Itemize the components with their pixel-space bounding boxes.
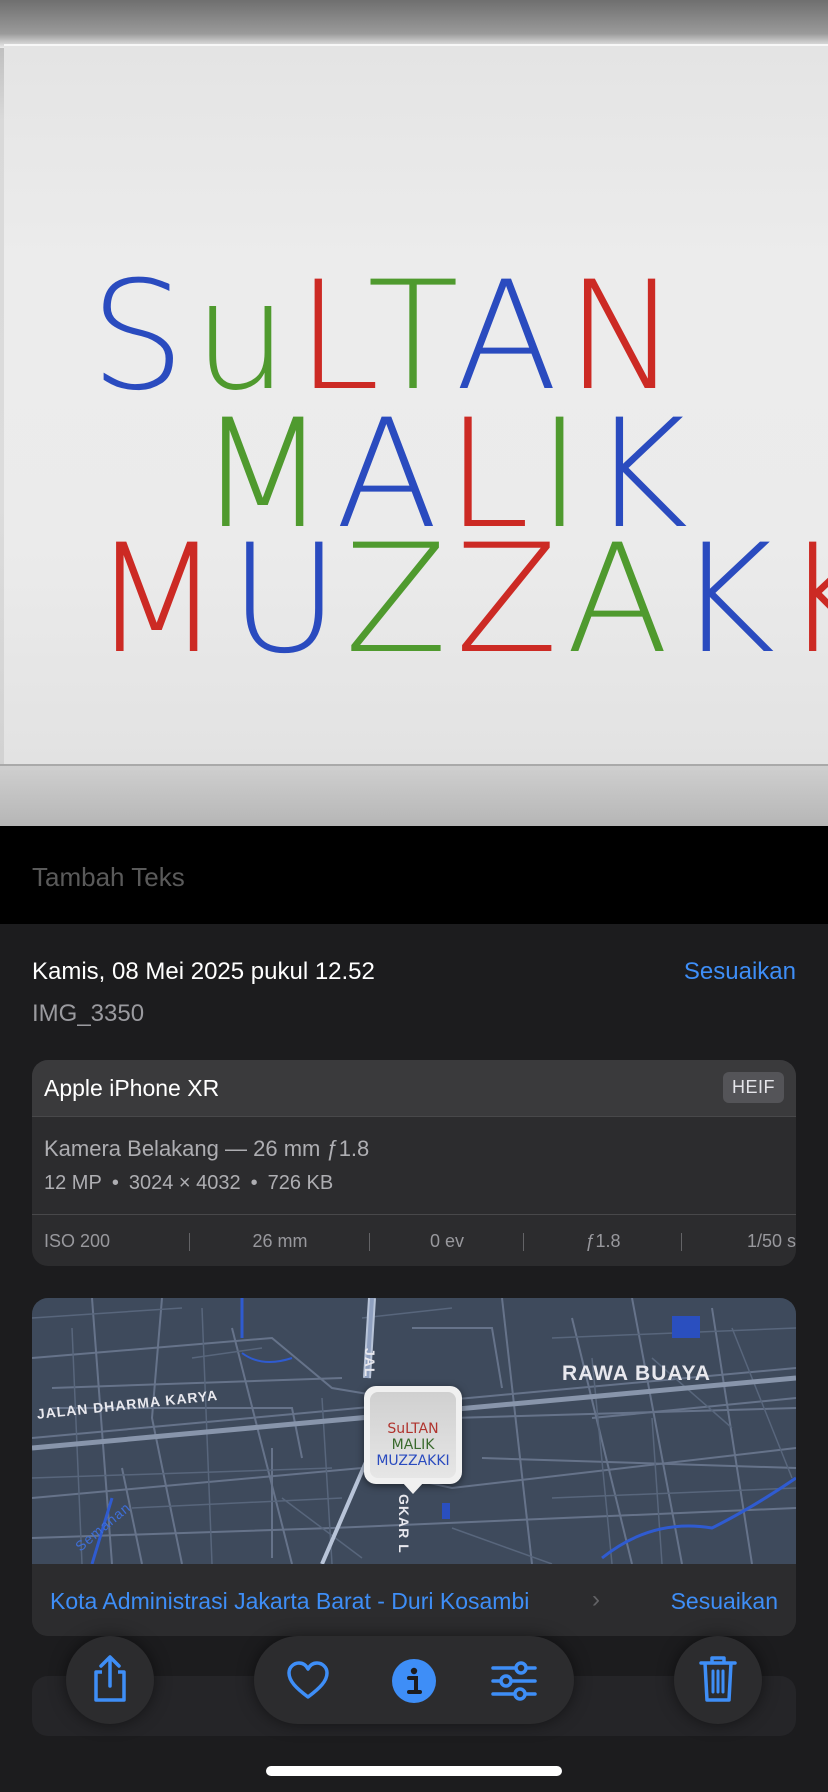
location-card: RAWA BUAYA JALAN DHARMA KARYA JAL GKAR L…	[32, 1298, 796, 1636]
device-name: Apple iPhone XR	[44, 1075, 220, 1101]
file-size: 726 KB	[267, 1172, 334, 1194]
metadata-card: Apple iPhone XR HEIF Kamera Belakang — 2…	[32, 1060, 796, 1266]
exif-iso: ISO 200	[32, 1231, 190, 1252]
location-name[interactable]: Kota Administrasi Jakarta Barat - Duri K…	[50, 1588, 529, 1615]
pin-text-2: MALIK	[391, 1437, 435, 1453]
image-specs: 12 MP • 3024 × 4032 • 726 KB	[44, 1172, 334, 1194]
delete-button[interactable]	[674, 1636, 762, 1724]
resolution: 3024 × 4032	[128, 1172, 241, 1194]
handwritten-letter: U	[229, 513, 345, 687]
caption-input[interactable]: Tambah Teks	[32, 862, 185, 893]
pin-text-1: SuLTAN	[387, 1421, 439, 1437]
exif-aperture: ƒ1.8	[524, 1231, 682, 1252]
photo-date: Kamis, 08 Mei 2025 pukul 12.52	[32, 958, 375, 985]
map-label-gkar: GKAR L	[396, 1494, 412, 1554]
metadata-card-header: Apple iPhone XR HEIF	[32, 1060, 796, 1117]
handwritten-letter: K	[783, 513, 828, 687]
handwritten-letter: Z	[344, 513, 456, 687]
map-label-rawa-buaya: RAWA BUAYA	[562, 1362, 711, 1385]
handwritten-letter: A	[566, 513, 677, 687]
handwriting-line-3: MUZZAKKI	[92, 525, 828, 675]
chevron-right-icon: ›	[592, 1586, 600, 1613]
photo-top-edge	[0, 0, 828, 48]
adjust-location-button[interactable]: Sesuaikan	[671, 1588, 778, 1615]
pin-text-3: MUZZAKKI	[376, 1453, 450, 1469]
adjust-date-button[interactable]: Sesuaikan	[684, 958, 796, 986]
location-map[interactable]: RAWA BUAYA JALAN DHARMA KARYA JAL GKAR L…	[32, 1298, 796, 1564]
pin-tail	[402, 1482, 424, 1494]
megapixels: 12 MP	[44, 1172, 102, 1194]
exif-focal-length: 26 mm	[190, 1231, 370, 1252]
photo-bottom-strip	[0, 764, 828, 826]
exif-row: ISO 200 26 mm 0 ev ƒ1.8 1/50 s	[32, 1214, 796, 1266]
action-group	[254, 1636, 574, 1724]
share-button[interactable]	[66, 1636, 154, 1724]
map-label-jal: JAL	[362, 1348, 378, 1378]
handwritten-letter: M	[92, 513, 230, 687]
exif-exposure-bias: 0 ev	[370, 1231, 524, 1252]
pin-thumbnail: SuLTAN MALIK MUZZAKKI	[370, 1392, 456, 1478]
handwritten-letter: S	[90, 250, 194, 424]
home-indicator[interactable]	[266, 1766, 562, 1776]
trash-icon	[699, 1656, 737, 1702]
exif-shutter-speed: 1/50 s	[746, 1230, 796, 1251]
handwritten-letter: Z	[455, 513, 567, 687]
handwritten-letter: K	[676, 513, 784, 687]
caption-bar: Tambah Teks	[0, 826, 828, 924]
heart-icon[interactable]	[286, 1660, 330, 1700]
share-icon	[94, 1655, 126, 1702]
location-row[interactable]: Kota Administrasi Jakarta Barat - Duri K…	[32, 1564, 796, 1636]
photo-view[interactable]: SuLTAN MALIK MUZZAKKI	[0, 0, 828, 826]
photo-filename: IMG_3350	[32, 1000, 145, 1027]
adjust-icon[interactable]	[490, 1660, 538, 1702]
lens-info: Kamera Belakang — 26 mm ƒ1.8	[44, 1136, 370, 1161]
photo-location-pin[interactable]: SuLTAN MALIK MUZZAKKI	[364, 1386, 462, 1484]
format-badge: HEIF	[722, 1072, 784, 1103]
info-icon[interactable]	[391, 1658, 437, 1704]
